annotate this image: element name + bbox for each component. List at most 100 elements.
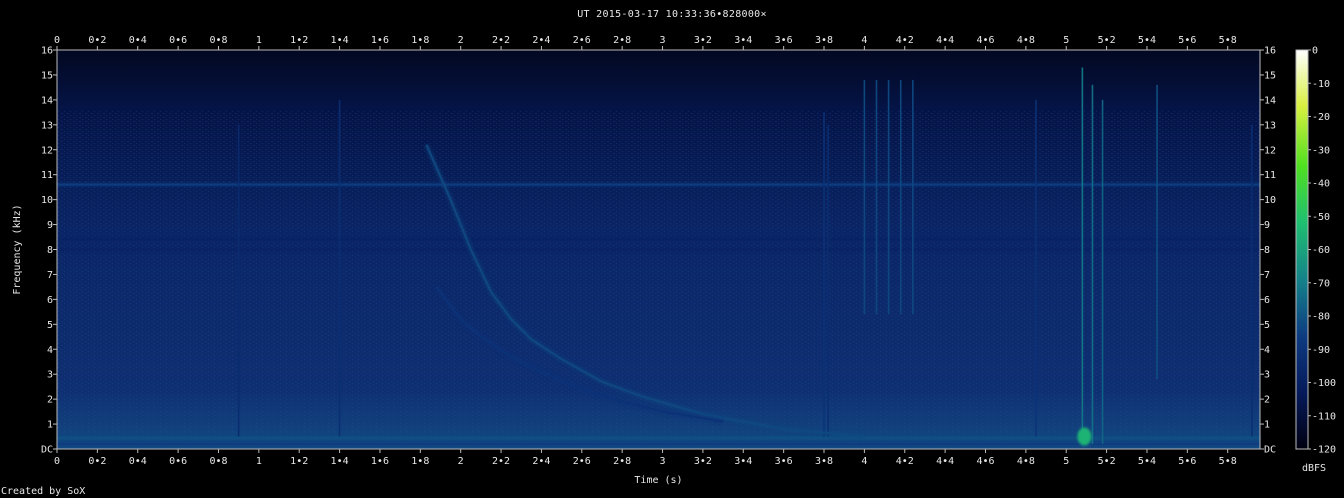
colorbar-tick-label: -70 bbox=[1312, 278, 1330, 289]
y-tick-label-right: 9 bbox=[1264, 220, 1270, 231]
x-tick-label-top: 3•8 bbox=[815, 35, 833, 46]
x-tick-label-bottom: 2•4 bbox=[532, 456, 550, 467]
y-tick-label-right: 4 bbox=[1264, 345, 1270, 356]
y-tick-label-left: 12 bbox=[41, 145, 53, 156]
colorbar-tick-label: 0 bbox=[1312, 46, 1318, 57]
spectrogram-chart: 000•20•20•40•40•60•60•80•8111•21•21•41•4… bbox=[12, 35, 1336, 486]
x-tick-label-bottom: 0•6 bbox=[169, 456, 187, 467]
y-tick-label-left: 11 bbox=[41, 170, 53, 181]
y-tick-label-left: 2 bbox=[47, 395, 53, 406]
y-tick-label-right: 3 bbox=[1264, 370, 1270, 381]
x-axis-label: Time (s) bbox=[634, 475, 682, 486]
y-tick-label-left: 14 bbox=[41, 95, 53, 106]
y-tick-label-right: 16 bbox=[1264, 46, 1276, 57]
x-tick-label-bottom: 4 bbox=[861, 456, 867, 467]
colorbar-tick-label: -40 bbox=[1312, 179, 1330, 190]
x-tick-label-bottom: 1•6 bbox=[371, 456, 389, 467]
y-tick-label-right: 13 bbox=[1264, 120, 1276, 131]
x-tick-label-bottom: 5 bbox=[1063, 456, 1069, 467]
x-tick-label-bottom: 0•8 bbox=[209, 456, 227, 467]
colorbar-unit-label: dBFS bbox=[1302, 463, 1326, 474]
x-tick-label-bottom: 3•6 bbox=[775, 456, 793, 467]
y-tick-label-left: DC bbox=[41, 445, 53, 456]
x-tick-label-top: 4 bbox=[861, 35, 867, 46]
x-tick-label-top: 2•4 bbox=[532, 35, 550, 46]
x-tick-label-top: 0•2 bbox=[88, 35, 106, 46]
colorbar-tick-label: -50 bbox=[1312, 212, 1330, 223]
x-tick-label-top: 1•8 bbox=[411, 35, 429, 46]
x-tick-label-bottom: 0•2 bbox=[88, 456, 106, 467]
y-tick-label-left: 16 bbox=[41, 46, 53, 57]
y-tick-label-left: 13 bbox=[41, 120, 53, 131]
x-tick-label-top: 4•6 bbox=[976, 35, 994, 46]
colorbar-tick-label: -10 bbox=[1312, 79, 1330, 90]
x-tick-label-top: 0 bbox=[54, 35, 60, 46]
x-tick-label-bottom: 3•8 bbox=[815, 456, 833, 467]
x-tick-label-top: 4•2 bbox=[896, 35, 914, 46]
y-tick-label-left: 8 bbox=[47, 245, 53, 256]
y-tick-label-right: 14 bbox=[1264, 95, 1276, 106]
y-tick-label-right: 7 bbox=[1264, 270, 1270, 281]
y-tick-label-right: 8 bbox=[1264, 245, 1270, 256]
x-tick-label-bottom: 4•2 bbox=[896, 456, 914, 467]
x-tick-label-bottom: 2•2 bbox=[492, 456, 510, 467]
x-tick-label-top: 1•6 bbox=[371, 35, 389, 46]
y-tick-label-left: 10 bbox=[41, 195, 53, 206]
x-tick-label-bottom: 3•2 bbox=[694, 456, 712, 467]
x-tick-label-bottom: 3•4 bbox=[734, 456, 752, 467]
colorbar-tick-label: -100 bbox=[1312, 378, 1336, 389]
y-tick-label-right: 11 bbox=[1264, 170, 1276, 181]
x-tick-label-bottom: 4•6 bbox=[976, 456, 994, 467]
x-tick-label-bottom: 5•8 bbox=[1219, 456, 1237, 467]
y-tick-label-right: 6 bbox=[1264, 295, 1270, 306]
x-tick-label-top: 5 bbox=[1063, 35, 1069, 46]
y-tick-label-left: 4 bbox=[47, 345, 53, 356]
plot-area bbox=[56, 49, 1261, 450]
x-tick-label-top: 3•6 bbox=[775, 35, 793, 46]
x-tick-label-bottom: 5•6 bbox=[1178, 456, 1196, 467]
y-tick-label-right: 10 bbox=[1264, 195, 1276, 206]
y-tick-label-right: 5 bbox=[1264, 320, 1270, 331]
x-tick-label-top: 5•8 bbox=[1219, 35, 1237, 46]
x-tick-label-top: 5•2 bbox=[1098, 35, 1116, 46]
x-tick-label-bottom: 2•6 bbox=[573, 456, 591, 467]
x-tick-label-bottom: 5•2 bbox=[1098, 456, 1116, 467]
y-tick-label-left: 1 bbox=[47, 420, 53, 431]
y-tick-label-left: 5 bbox=[47, 320, 53, 331]
x-tick-label-bottom: 1•4 bbox=[331, 456, 349, 467]
x-tick-label-top: 1•4 bbox=[331, 35, 349, 46]
x-tick-label-top: 3•4 bbox=[734, 35, 752, 46]
x-tick-label-bottom: 2 bbox=[458, 456, 464, 467]
x-tick-label-bottom: 4•8 bbox=[1017, 456, 1035, 467]
colorbar-tick-label: -60 bbox=[1312, 245, 1330, 256]
y-axis-label: Frequency (kHz) bbox=[12, 204, 23, 294]
x-tick-label-top: 0•4 bbox=[129, 35, 147, 46]
x-tick-label-top: 1•2 bbox=[290, 35, 308, 46]
y-tick-label-right: 12 bbox=[1264, 145, 1276, 156]
x-tick-label-top: 4•8 bbox=[1017, 35, 1035, 46]
y-tick-label-left: 15 bbox=[41, 70, 53, 81]
y-tick-label-left: 6 bbox=[47, 295, 53, 306]
colorbar-tick-label: -80 bbox=[1312, 312, 1330, 323]
y-tick-label-left: 7 bbox=[47, 270, 53, 281]
y-tick-label-left: 9 bbox=[47, 220, 53, 231]
x-tick-label-bottom: 1 bbox=[256, 456, 262, 467]
x-tick-label-bottom: 1•8 bbox=[411, 456, 429, 467]
x-tick-label-bottom: 0 bbox=[54, 456, 60, 467]
x-tick-label-top: 2•2 bbox=[492, 35, 510, 46]
x-tick-label-bottom: 3 bbox=[660, 456, 666, 467]
colorbar-tick-label: -30 bbox=[1312, 145, 1330, 156]
x-tick-label-bottom: 4•4 bbox=[936, 456, 954, 467]
x-tick-label-top: 2•6 bbox=[573, 35, 591, 46]
low-frequency-hotspot bbox=[1077, 427, 1092, 446]
x-tick-label-bottom: 0•4 bbox=[129, 456, 147, 467]
x-tick-label-top: 4•4 bbox=[936, 35, 954, 46]
x-tick-label-bottom: 1•2 bbox=[290, 456, 308, 467]
colorbar-tick-label: -20 bbox=[1312, 112, 1330, 123]
colorbar-tick-label: -90 bbox=[1312, 345, 1330, 356]
colorbar-tick-label: -110 bbox=[1312, 411, 1336, 422]
x-tick-label-top: 0•6 bbox=[169, 35, 187, 46]
x-tick-label-top: 5•6 bbox=[1178, 35, 1196, 46]
colorbar: 0 -10 -20 -30 -40 -50 -60 -70 -80 -90 -100 -110 -120… bbox=[1295, 46, 1336, 474]
y-tick-label-left: 3 bbox=[47, 370, 53, 381]
